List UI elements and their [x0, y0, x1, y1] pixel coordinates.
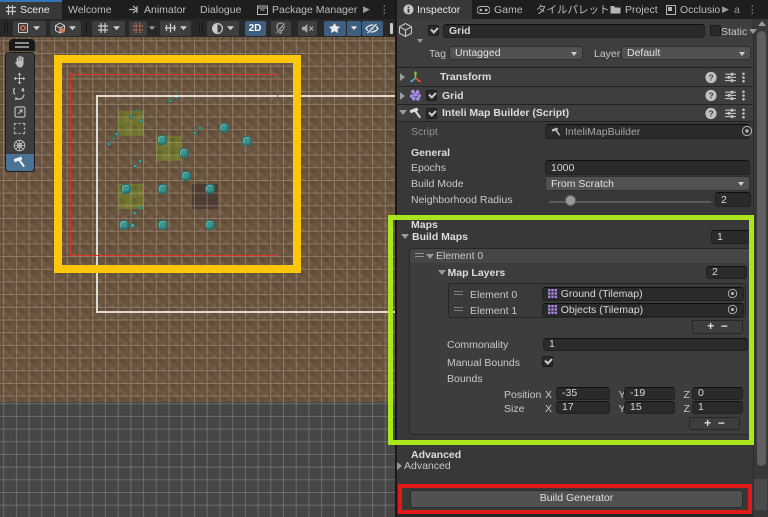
svg-text:?: ? [708, 90, 713, 100]
svg-text:?: ? [708, 108, 713, 118]
svg-text:?: ? [708, 72, 713, 82]
